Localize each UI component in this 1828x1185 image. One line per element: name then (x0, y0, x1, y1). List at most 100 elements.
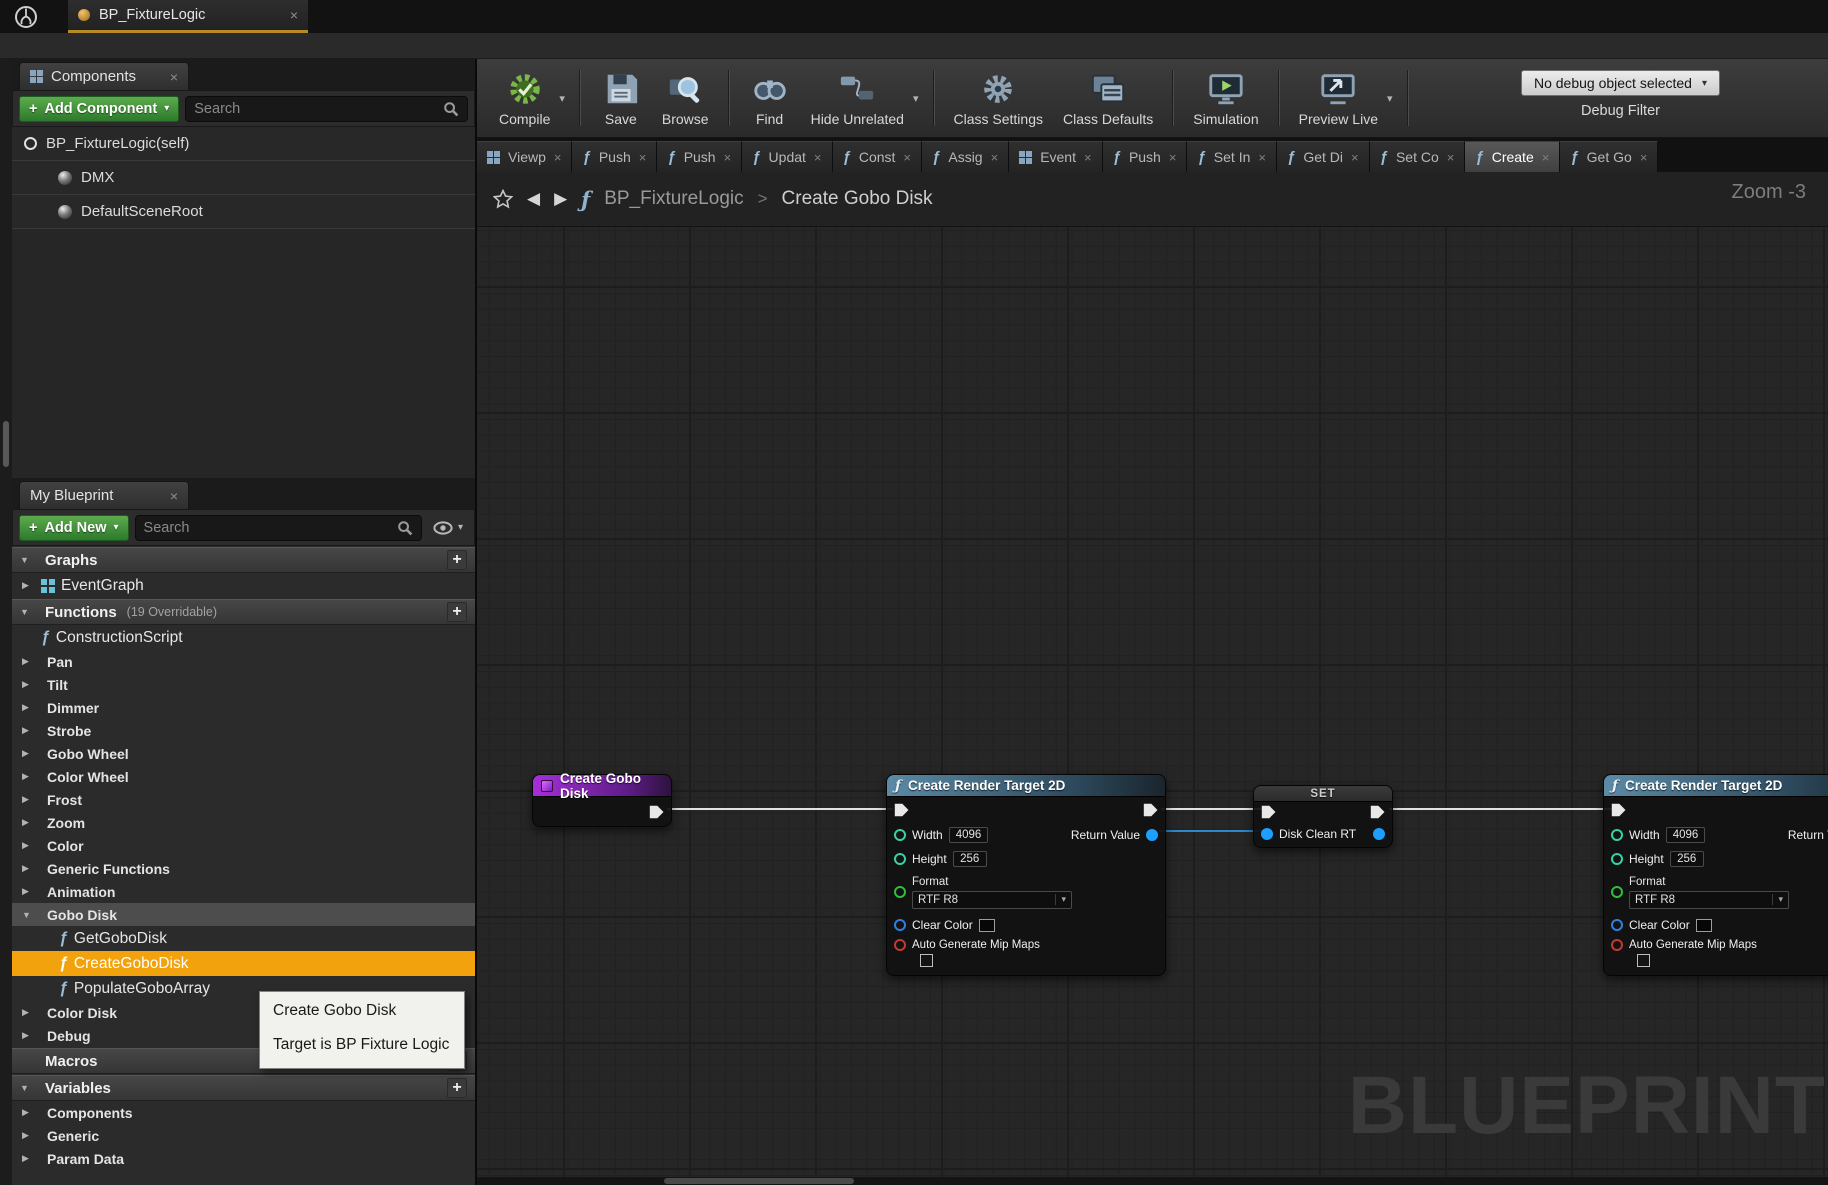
blueprint-list-item[interactable]: ▶ Param Data (12, 1147, 475, 1170)
expander-arrow-icon[interactable]: ▶ (22, 580, 35, 591)
tab-my-blueprint[interactable]: My Blueprint × (19, 481, 189, 509)
mipmaps-pin[interactable] (1611, 939, 1623, 951)
horizontal-scrollbar[interactable] (664, 1178, 854, 1184)
components-search[interactable] (185, 96, 468, 122)
expander-arrow-icon[interactable]: ▶ (22, 1007, 35, 1018)
height-pin[interactable] (1611, 853, 1623, 865)
graph-tab[interactable]: Assig × (922, 141, 1009, 172)
tab-close-icon[interactable]: × (1258, 150, 1266, 165)
expander-arrow-icon[interactable]: ▶ (22, 748, 35, 759)
expander-arrow-icon[interactable]: ▶ (22, 702, 35, 713)
unreal-logo[interactable] (0, 0, 52, 33)
expander-arrow-icon[interactable]: ▼ (22, 910, 35, 920)
components-search-input[interactable] (194, 101, 443, 117)
menu-item[interactable] (68, 44, 96, 48)
tab-close-icon[interactable]: × (1447, 150, 1455, 165)
tab-close-icon[interactable]: × (639, 150, 647, 165)
exec-in-pin[interactable] (1261, 805, 1276, 819)
menu-item[interactable] (124, 44, 152, 48)
node-create-render-target-1[interactable]: ƒ Create Render Target 2D Width 4096 Ret… (886, 774, 1166, 976)
add-item-button[interactable]: + (447, 1078, 467, 1098)
expander-arrow-icon[interactable]: ▶ (22, 840, 35, 851)
menu-item[interactable] (96, 44, 124, 48)
blueprint-list-item[interactable]: ConstructionScript (12, 625, 475, 650)
toolbar-button[interactable]: Simulation (1183, 66, 1288, 131)
blueprint-list-item[interactable]: ▶ EventGraph (12, 573, 475, 598)
expander-arrow-icon[interactable]: ▶ (22, 886, 35, 897)
graph-tab[interactable]: Push × (1103, 141, 1188, 172)
height-pin[interactable] (894, 853, 906, 865)
tab-close-icon[interactable]: × (170, 69, 178, 85)
format-pin[interactable] (894, 886, 906, 898)
variable-out-pin[interactable] (1373, 828, 1385, 840)
tab-close-icon[interactable]: × (724, 150, 732, 165)
clear-color-pin[interactable] (894, 919, 906, 931)
add-new-button[interactable]: + Add New ▾ (19, 515, 129, 541)
my-blueprint-search-input[interactable] (144, 520, 397, 536)
clear-color-swatch[interactable] (979, 919, 995, 932)
visibility-filter-button[interactable]: ▾ (428, 521, 468, 535)
expander-arrow-icon[interactable]: ▶ (22, 1107, 35, 1118)
width-value-field[interactable]: 4096 (949, 827, 989, 843)
expander-arrow-icon[interactable]: ▶ (22, 863, 35, 874)
blueprint-list-item[interactable]: ▼ Gobo Disk (12, 903, 475, 926)
blueprint-list-item[interactable]: ▶ Animation (12, 880, 475, 903)
blueprint-list-item[interactable]: ▶ Zoom (12, 811, 475, 834)
expander-arrow-icon[interactable]: ▶ (22, 1153, 35, 1164)
blueprint-list-item[interactable]: ▶ Generic (12, 1124, 475, 1147)
expander-arrow-icon[interactable]: ▶ (22, 1130, 35, 1141)
toolbar-button[interactable]: Class Settings (944, 66, 1053, 131)
blueprint-list-item[interactable]: ▶ Color Wheel (12, 765, 475, 788)
tab-close-icon[interactable]: × (1542, 150, 1550, 165)
width-value-field[interactable]: 4096 (1666, 827, 1706, 843)
exec-in-pin[interactable] (894, 803, 909, 817)
toolbar-button[interactable]: Browse (652, 66, 739, 131)
breadcrumb-root[interactable]: BP_FixtureLogic (604, 188, 743, 210)
toolbar-button[interactable]: Compile ▾ (489, 66, 590, 131)
graph-canvas[interactable]: BLUEPRINT Create Gobo Disk ƒ Create Rend… (477, 227, 1828, 1177)
tab-close-icon[interactable]: × (290, 7, 298, 23)
rail-handle[interactable] (3, 421, 9, 467)
node-set-disk-clean-rt[interactable]: SET Disk Clean RT (1253, 785, 1393, 848)
format-pin[interactable] (1611, 886, 1623, 898)
tab-close-icon[interactable]: × (903, 150, 911, 165)
blueprint-list-item[interactable]: ▶ Generic Functions (12, 857, 475, 880)
forward-button[interactable]: ▶ (554, 189, 567, 209)
width-pin[interactable] (1611, 829, 1623, 841)
graph-tab[interactable]: Viewp × (477, 141, 572, 172)
graph-tab[interactable]: Push × (657, 141, 742, 172)
tab-close-icon[interactable]: × (1640, 150, 1648, 165)
blueprint-list-item[interactable]: ▶ Pan (12, 650, 475, 673)
height-value-field[interactable]: 256 (1670, 851, 1704, 867)
exec-in-pin[interactable] (1611, 803, 1626, 817)
mipmaps-pin[interactable] (894, 939, 906, 951)
node-create-render-target-2[interactable]: ƒ Create Render Target 2D Width 4096 Ret… (1603, 774, 1828, 976)
blueprint-list-item[interactable]: ▶ Components (12, 1101, 475, 1124)
debug-object-dropdown[interactable]: No debug object selected ▾ (1521, 70, 1720, 96)
clear-color-swatch[interactable] (1696, 919, 1712, 932)
blueprint-list-item[interactable]: ▶ Color (12, 834, 475, 857)
graph-tab[interactable]: Push × (572, 141, 657, 172)
component-tree-item[interactable]: BP_FixtureLogic(self) (12, 127, 475, 161)
tab-close-icon[interactable]: × (170, 488, 178, 504)
blueprint-list-item[interactable]: ▼ Variables + (12, 1075, 475, 1101)
exec-out-pin[interactable] (1370, 805, 1385, 819)
toolbar-button[interactable]: Class Defaults (1053, 66, 1183, 131)
toolbar-button[interactable]: Find (739, 66, 801, 131)
chevron-down-icon[interactable]: ▾ (908, 92, 924, 105)
graph-tab[interactable]: Event × (1009, 141, 1102, 172)
mipmaps-checkbox[interactable] (920, 954, 933, 967)
add-item-button[interactable]: + (447, 602, 467, 622)
toolbar-button[interactable]: Save (590, 66, 652, 131)
blueprint-list-item[interactable]: ▶ Frost (12, 788, 475, 811)
graph-tab[interactable]: Create × (1465, 141, 1560, 172)
node-create-gobo-disk[interactable]: Create Gobo Disk (532, 774, 672, 827)
graph-tab[interactable]: Updat × (742, 141, 832, 172)
tab-close-icon[interactable]: × (991, 150, 999, 165)
clear-color-pin[interactable] (1611, 919, 1623, 931)
tab-close-icon[interactable]: × (554, 150, 562, 165)
blueprint-list-item[interactable]: ▼ Functions (19 Overridable) + (12, 599, 475, 625)
graph-tab[interactable]: Get Go × (1560, 141, 1658, 172)
add-component-button[interactable]: + Add Component ▾ (19, 96, 179, 122)
expander-arrow-icon[interactable]: ▶ (22, 771, 35, 782)
